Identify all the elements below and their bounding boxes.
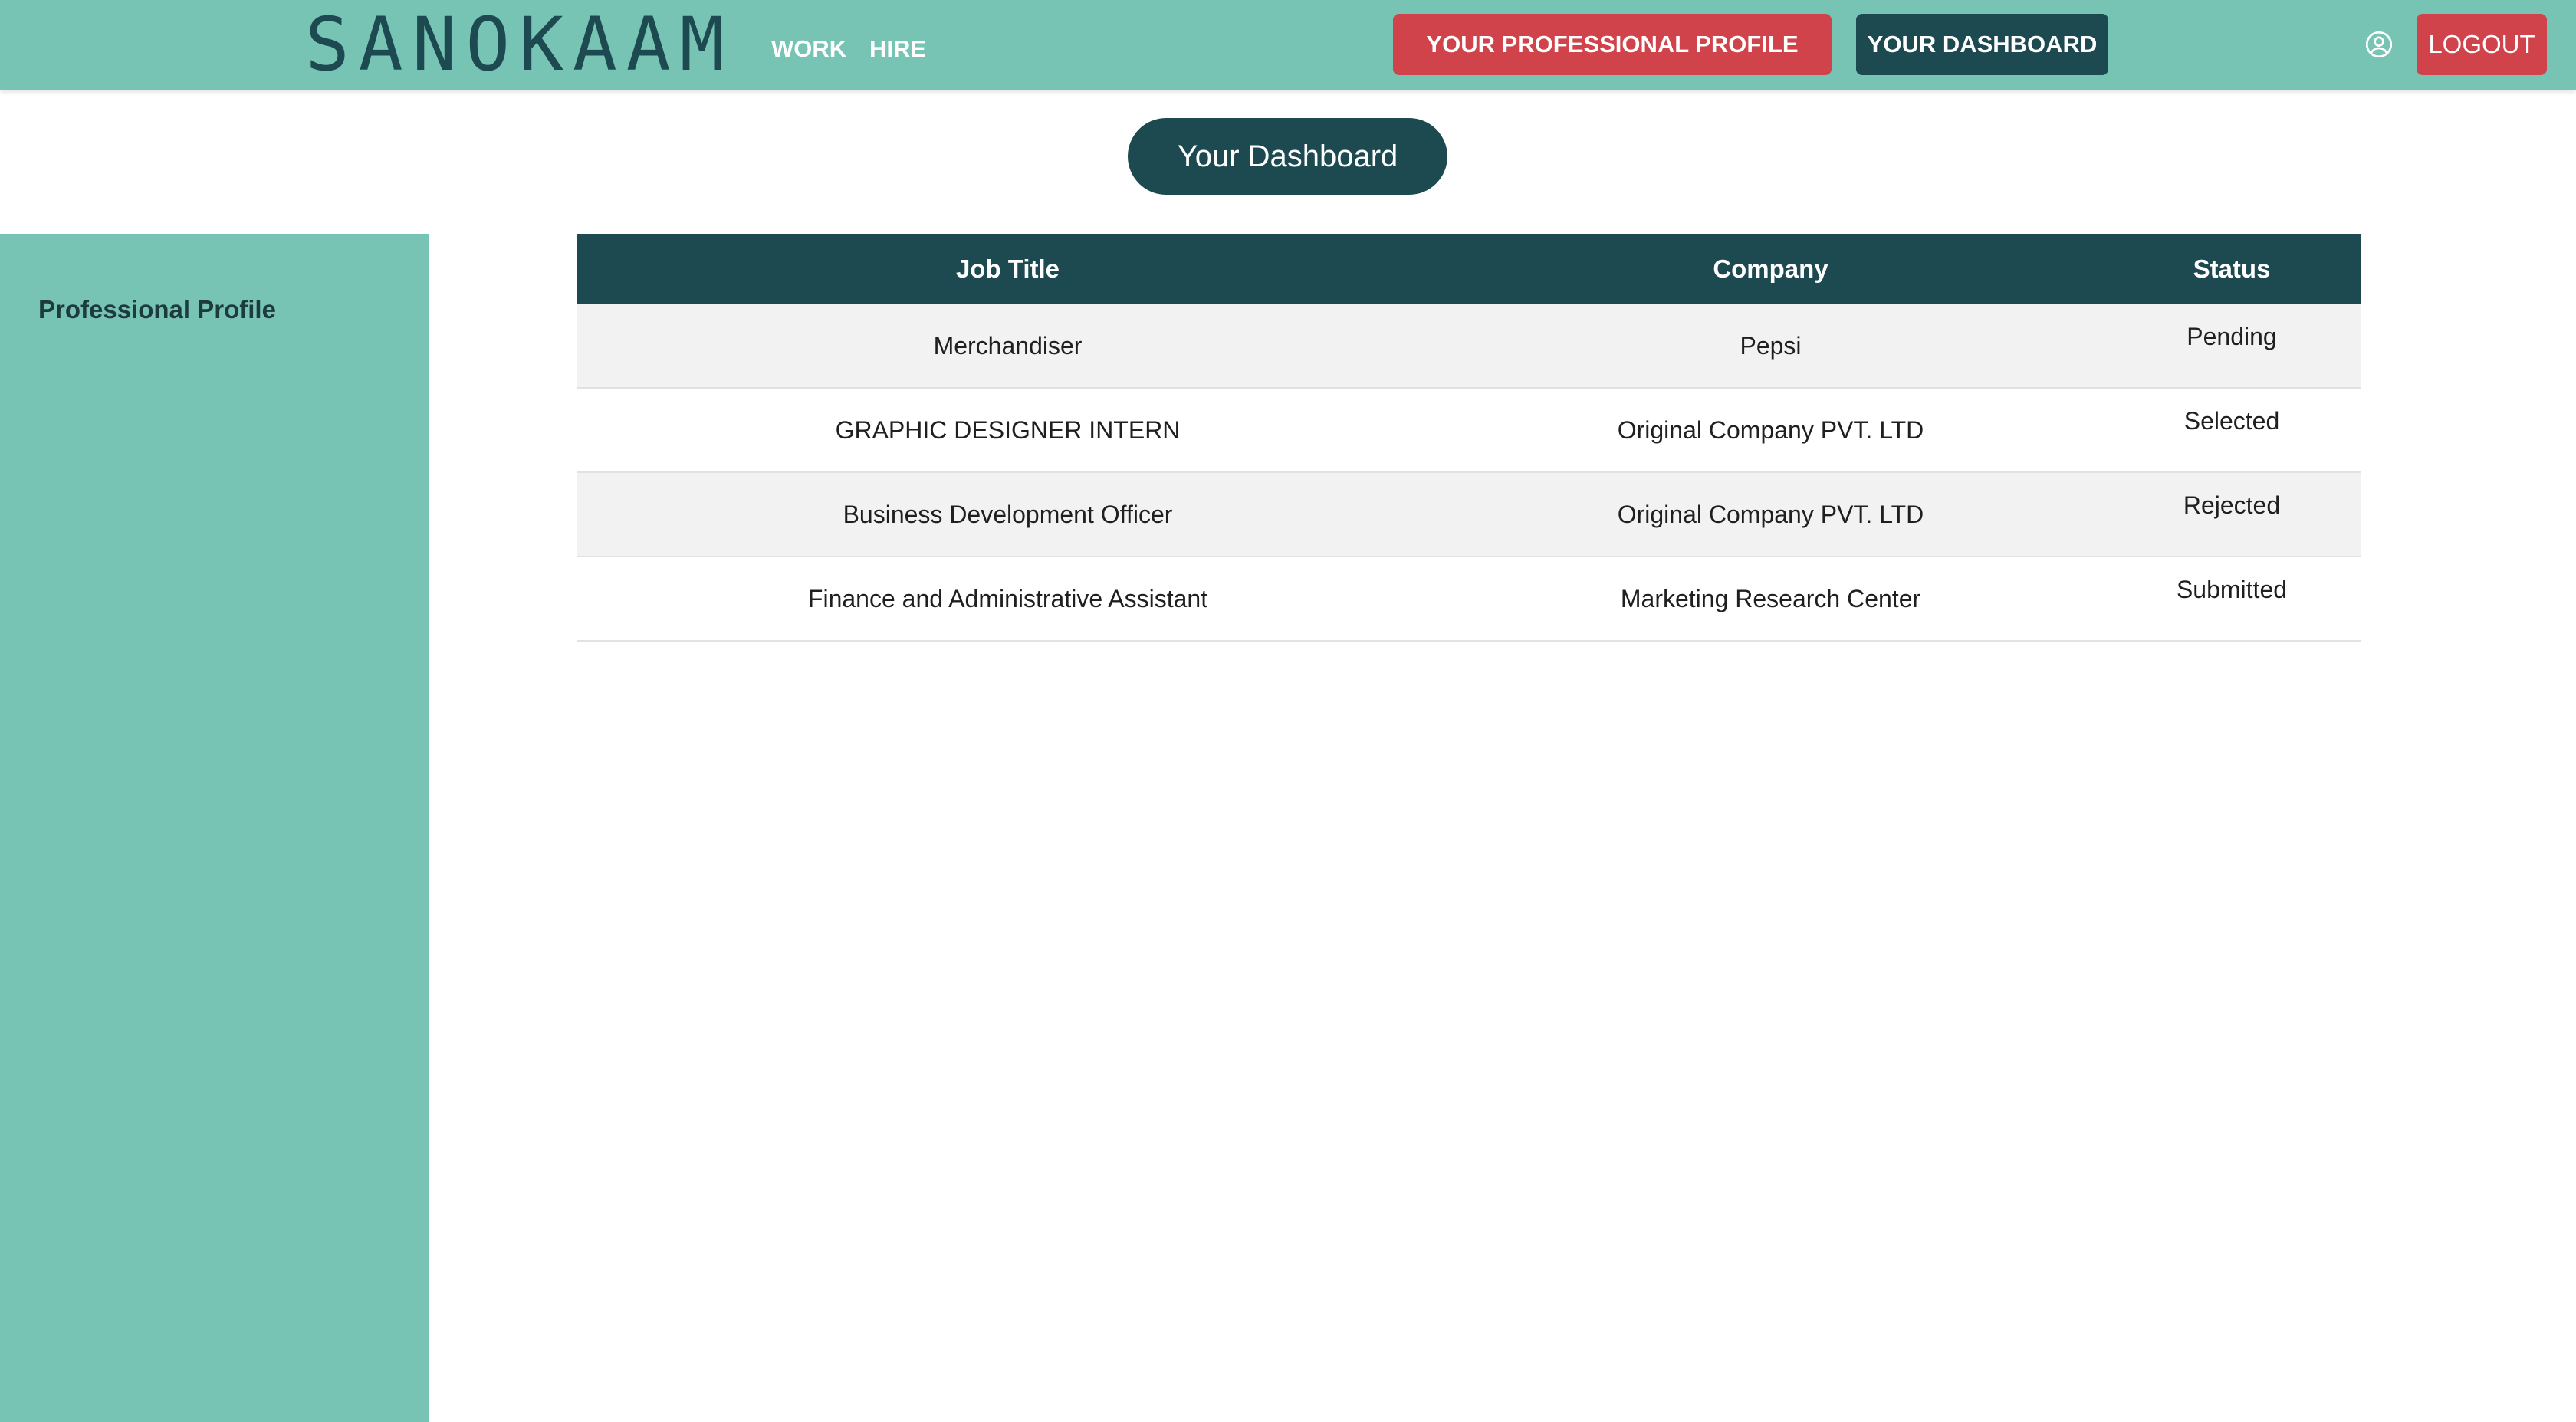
cell-job-title: Finance and Administrative Assistant (807, 584, 1208, 612)
sidebar-item-professional-profile[interactable]: Professional Profile (38, 295, 276, 324)
top-navbar: SANOKAAM WORK HIRE YOUR PROFESSIONAL PRO… (0, 0, 2576, 90)
cell-job-title: Business Development Officer (843, 500, 1173, 528)
site-logo[interactable]: SANOKAAM (305, 6, 733, 83)
cell-company: Original Company PVT. LTD (1617, 415, 1924, 444)
cell-company: Marketing Research Center (1620, 584, 1921, 612)
table-header: Job Title Company Status (577, 234, 2361, 304)
cell-status: Submitted (2176, 576, 2288, 603)
column-header-company: Company (1713, 255, 1829, 283)
logout-button[interactable]: LOGOUT (2417, 14, 2547, 75)
page-title: Your Dashboard (1128, 118, 1447, 195)
cell-company: Original Company PVT. LTD (1617, 500, 1924, 528)
cell-status: Selected (2183, 407, 2280, 435)
table-row: Business Development Officer Original Co… (577, 473, 2361, 557)
nav-link-work[interactable]: WORK (771, 35, 846, 63)
sidebar: Professional Profile (0, 234, 429, 1422)
cell-status: Pending (2187, 323, 2277, 350)
nav-link-hire[interactable]: HIRE (869, 35, 926, 63)
user-circle-icon[interactable] (2365, 31, 2393, 58)
cell-company: Pepsi (1740, 331, 1802, 360)
column-header-job-title: Job Title (955, 255, 1060, 283)
cell-status: Rejected (2183, 491, 2281, 519)
your-professional-profile-button[interactable]: YOUR PROFESSIONAL PROFILE (1393, 14, 1832, 75)
table-row: Merchandiser Pepsi Pending (577, 304, 2361, 389)
table-row: GRAPHIC DESIGNER INTERN Original Company… (577, 389, 2361, 473)
your-dashboard-button[interactable]: YOUR DASHBOARD (1856, 14, 2108, 75)
cell-job-title: Merchandiser (933, 331, 1083, 360)
table-row: Finance and Administrative Assistant Mar… (577, 557, 2361, 642)
column-header-status: Status (2193, 255, 2271, 283)
applications-table: Job Title Company Status Merchandiser Pe… (577, 234, 2361, 642)
cell-job-title: GRAPHIC DESIGNER INTERN (835, 415, 1181, 444)
